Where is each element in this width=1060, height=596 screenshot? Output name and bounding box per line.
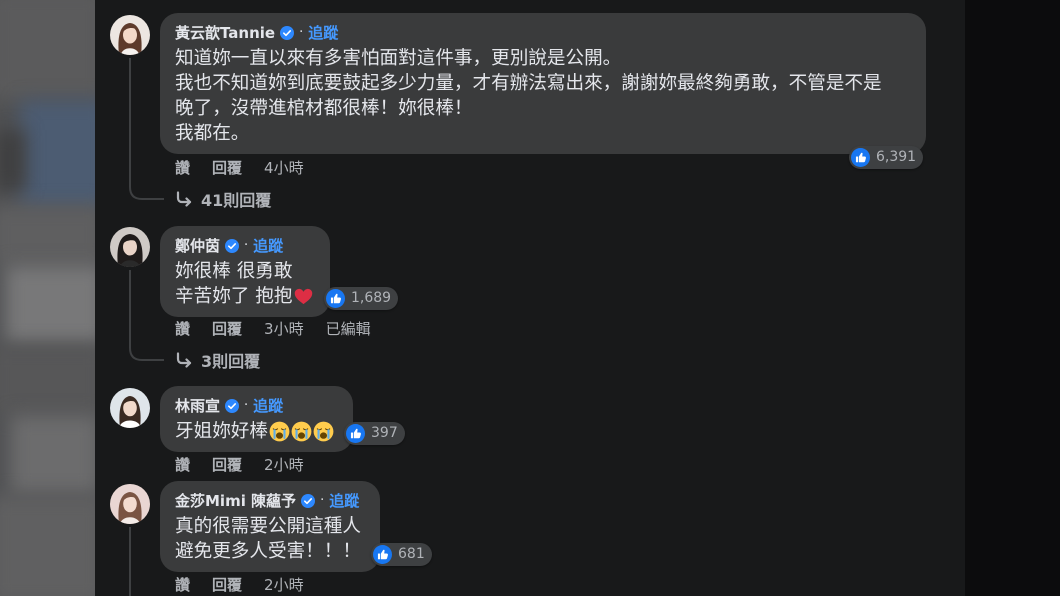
verified-badge-icon	[225, 399, 240, 413]
comment-line: 真的很需要公開這種人	[175, 514, 365, 539]
timestamp[interactable]: 4小時	[264, 158, 304, 178]
comment-text: 避免更多人受害！！！	[175, 541, 361, 562]
comment-bubble: 金莎Mimi 陳蘊予 · 追蹤 真的很需要公開這種人 避免更多人受害！！！	[160, 481, 380, 572]
comment-line: 避免更多人受害！！！	[175, 539, 365, 564]
avatar[interactable]	[110, 388, 150, 428]
comment-body: 真的很需要公開這種人 避免更多人受害！！！	[175, 514, 365, 564]
loudly-crying-face-icon	[313, 421, 334, 442]
like-icon	[346, 424, 365, 443]
avatar[interactable]	[110, 15, 150, 55]
comment-text: 辛苦妳了 抱抱	[175, 286, 293, 307]
comment-body: 妳很棒 很勇敢 辛苦妳了 抱抱	[175, 259, 315, 309]
comment-header: 林雨宣 · 追蹤	[175, 396, 338, 416]
profile-photo-icon	[110, 388, 150, 428]
author-name[interactable]: 黃云歆Tannie	[175, 23, 275, 43]
like-icon	[326, 289, 345, 308]
separator: ·	[244, 238, 249, 253]
comment-actions: 讚 回覆 4小時	[175, 158, 304, 178]
profile-photo-icon	[110, 484, 150, 524]
follow-link[interactable]: 追蹤	[253, 236, 283, 256]
reaction-count-pill[interactable]: 1,689	[324, 287, 399, 310]
comment-text: 我也不知道妳到底要鼓起多少力量，才有辦法寫出來，謝謝妳最終夠勇敢，不管是不是	[175, 73, 882, 94]
reaction-count: 397	[371, 425, 398, 441]
dark-side-panel	[965, 0, 1060, 596]
view-replies-button[interactable]: 3則回覆	[175, 349, 260, 371]
comments-section: 黃云歆Tannie · 追蹤 知道妳一直以來有多害怕面對這件事，更別說是公開。 …	[0, 0, 965, 596]
reaction-count-pill[interactable]: 681	[371, 543, 432, 566]
reply-button[interactable]: 回覆	[212, 455, 242, 475]
thread-line	[129, 58, 164, 200]
comment-body: 知道妳一直以來有多害怕面對這件事，更別說是公開。 我也不知道妳到底要鼓起多少力量…	[175, 46, 911, 146]
verified-badge-icon	[225, 239, 240, 253]
comment-line: 我都在。	[175, 121, 911, 146]
comment-line: 我也不知道妳到底要鼓起多少力量，才有辦法寫出來，謝謝妳最終夠勇敢，不管是不是	[175, 71, 911, 96]
reaction-count: 1,689	[351, 290, 392, 306]
comment-bubble: 鄭仲茵 · 追蹤 妳很棒 很勇敢 辛苦妳了 抱抱	[160, 226, 330, 317]
comment-text: 妳很棒 很勇敢	[175, 261, 293, 282]
avatar[interactable]	[110, 227, 150, 267]
reply-arrow-icon	[176, 352, 192, 368]
reaction-count: 6,391	[876, 149, 917, 165]
like-icon	[851, 148, 870, 167]
profile-photo-icon	[110, 227, 150, 267]
comment-line: 知道妳一直以來有多害怕面對這件事，更別說是公開。	[175, 46, 911, 71]
verified-badge-icon	[301, 494, 316, 508]
comment-text: 牙姐妳好棒	[175, 421, 268, 442]
comment-line: 牙姐妳好棒	[175, 419, 338, 444]
comment-line: 妳很棒 很勇敢	[175, 259, 315, 284]
like-button[interactable]: 讚	[175, 319, 190, 339]
thread-line	[129, 270, 164, 361]
reaction-count: 681	[398, 546, 425, 562]
timestamp[interactable]: 2小時	[264, 455, 304, 475]
comment-actions: 讚 回覆 2小時	[175, 455, 304, 475]
replies-count-label[interactable]: 41則回覆	[201, 187, 271, 211]
comment-header: 金莎Mimi 陳蘊予 · 追蹤	[175, 491, 365, 511]
comment-body: 牙姐妳好棒	[175, 419, 338, 444]
author-name[interactable]: 鄭仲茵	[175, 236, 220, 256]
comment-bubble: 林雨宣 · 追蹤 牙姐妳好棒	[160, 386, 353, 452]
like-button[interactable]: 讚	[175, 158, 190, 178]
comment-text: 真的很需要公開這種人	[175, 516, 361, 537]
follow-link[interactable]: 追蹤	[253, 396, 283, 416]
reaction-count-pill[interactable]: 6,391	[849, 146, 924, 169]
separator: ·	[320, 493, 325, 508]
comment-actions: 讚 回覆 2小時	[175, 575, 304, 595]
comment-bubble: 黃云歆Tannie · 追蹤 知道妳一直以來有多害怕面對這件事，更別說是公開。 …	[160, 13, 926, 154]
follow-link[interactable]: 追蹤	[329, 491, 359, 511]
comment-text: 我都在。	[175, 123, 250, 144]
comment-text: 知道妳一直以來有多害怕面對這件事，更別說是公開。	[175, 48, 622, 69]
red-heart-icon	[293, 286, 314, 307]
author-name[interactable]: 林雨宣	[175, 396, 220, 416]
comment-line: 辛苦妳了 抱抱	[175, 284, 315, 309]
like-button[interactable]: 讚	[175, 575, 190, 595]
like-button[interactable]: 讚	[175, 455, 190, 475]
reply-button[interactable]: 回覆	[212, 319, 242, 339]
reply-button[interactable]: 回覆	[212, 158, 242, 178]
comment-header: 鄭仲茵 · 追蹤	[175, 236, 315, 256]
author-name[interactable]: 金莎Mimi 陳蘊予	[175, 491, 296, 511]
view-replies-button[interactable]: 41則回覆	[175, 188, 271, 210]
reaction-count-pill[interactable]: 397	[344, 422, 405, 445]
timestamp[interactable]: 3小時	[264, 319, 304, 339]
avatar[interactable]	[110, 484, 150, 524]
like-icon	[373, 545, 392, 564]
comment-actions: 讚 回覆 3小時 已編輯	[175, 319, 371, 339]
verified-badge-icon	[280, 26, 295, 40]
profile-photo-icon	[110, 15, 150, 55]
separator: ·	[299, 25, 304, 40]
comment-line: 晚了，沒帶進棺材都很棒！妳很棒！	[175, 96, 911, 121]
follow-link[interactable]: 追蹤	[308, 23, 338, 43]
edited-label[interactable]: 已編輯	[326, 319, 371, 339]
comment-text: 晚了，沒帶進棺材都很棒！妳很棒！	[175, 98, 473, 119]
replies-count-label[interactable]: 3則回覆	[201, 348, 260, 372]
comment-header: 黃云歆Tannie · 追蹤	[175, 23, 911, 43]
loudly-crying-face-icon	[291, 421, 312, 442]
separator: ·	[244, 398, 249, 413]
reply-arrow-icon	[176, 191, 192, 207]
loudly-crying-face-icon	[269, 421, 290, 442]
timestamp[interactable]: 2小時	[264, 575, 304, 595]
reply-button[interactable]: 回覆	[212, 575, 242, 595]
